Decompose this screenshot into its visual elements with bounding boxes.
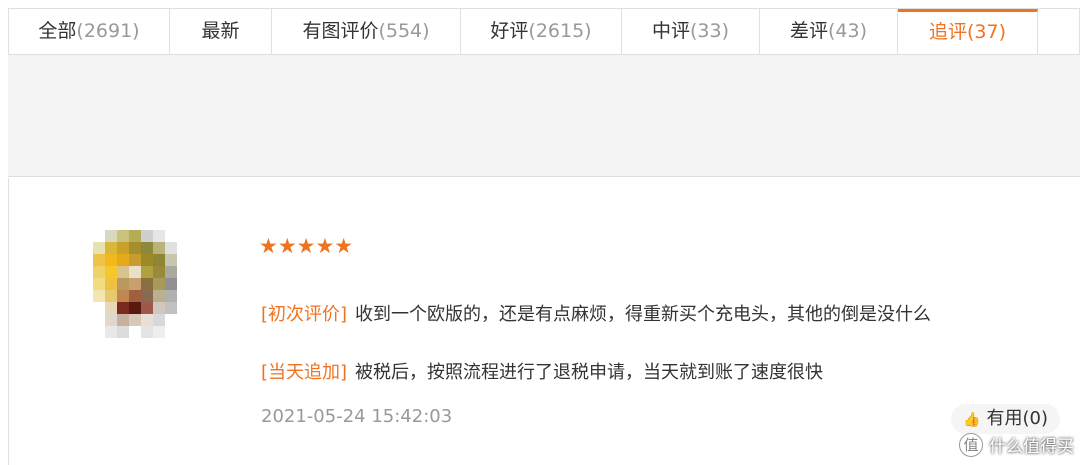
tab-neutral[interactable]: 中评(33) — [622, 9, 760, 54]
user-avatar — [93, 230, 177, 338]
review-date: 2021-05-24 15:42:03 — [261, 406, 453, 427]
followup-review-text: 被税后，按照流程进行了退税申请，当天就到账了速度很快 — [355, 362, 824, 383]
tab-negative[interactable]: 差评(43) — [760, 9, 898, 54]
useful-button[interactable]: 👍 有用(0) — [951, 404, 1060, 434]
initial-review: [初次评价] 收到一个欧版的，还是有点麻烦，得重新买个充电头，其他的倒是没什么 — [261, 300, 931, 326]
tab-latest[interactable]: 最新 — [170, 9, 272, 54]
thumbs-up-icon: 👍 — [963, 412, 981, 428]
followup-review: [当天追加] 被税后，按照流程进行了退税申请，当天就到账了速度很快 — [261, 358, 823, 384]
watermark: 值 什么值得买 — [959, 432, 1074, 457]
tab-positive[interactable]: 好评(2615) — [461, 9, 622, 54]
tab-with-photos[interactable]: 有图评价(554) — [272, 9, 461, 54]
tab-all[interactable]: 全部(2691) — [9, 9, 170, 54]
review-item: ★★★★★ [初次评价] 收到一个欧版的，还是有点麻烦，得重新买个充电头，其他的倒… — [8, 178, 1080, 465]
useful-label: 有用(0) — [986, 408, 1049, 429]
tab-followup[interactable]: 追评(37) — [898, 9, 1038, 54]
watermark-text: 什么值得买 — [989, 437, 1074, 457]
followup-review-tag: [当天追加] — [261, 362, 348, 383]
review-tabs: 全部(2691) 最新 有图评价(554) 好评(2615) 中评(33) 差评… — [8, 8, 1080, 54]
watermark-logo: 值 — [959, 432, 983, 457]
initial-review-tag: [初次评价] — [261, 304, 348, 325]
initial-review-text: 收到一个欧版的，还是有点麻烦，得重新买个充电头，其他的倒是没什么 — [355, 304, 932, 325]
filter-area — [8, 54, 1080, 177]
star-rating: ★★★★★ — [259, 234, 354, 258]
